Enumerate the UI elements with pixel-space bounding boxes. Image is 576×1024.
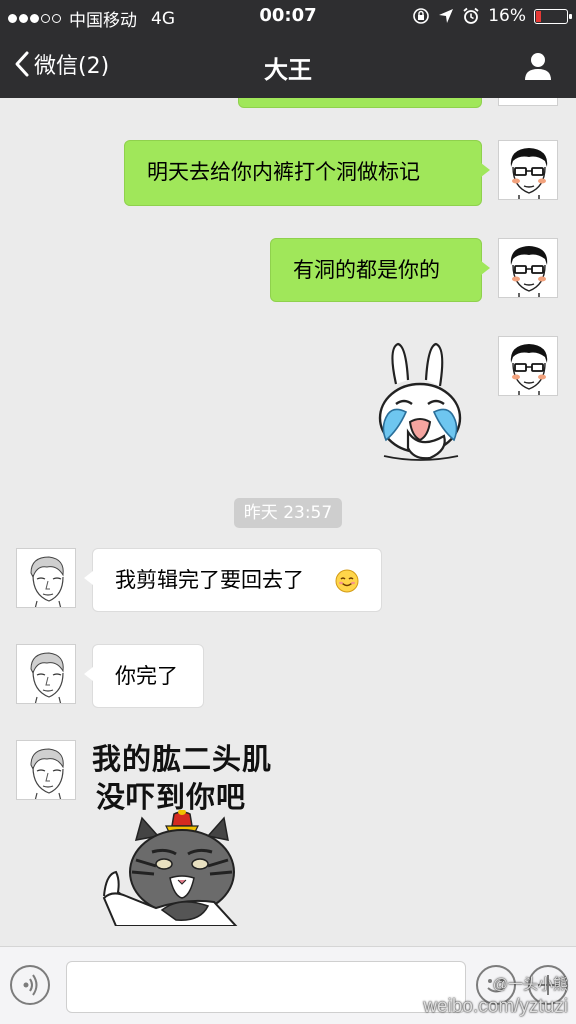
message-bubble[interactable]: 有洞的都是你的 bbox=[270, 238, 490, 302]
cat-illustration bbox=[102, 810, 238, 926]
message-text: 我剪辑完了要回去了 bbox=[115, 568, 304, 592]
watermark-line2: weibo.com/yztuzi bbox=[423, 996, 568, 1017]
message-bubble[interactable]: 明天去给你内裤打个洞做标记 bbox=[124, 140, 490, 206]
avatar-self[interactable] bbox=[498, 140, 558, 200]
person-icon[interactable] bbox=[522, 50, 554, 82]
battery-icon bbox=[534, 8, 572, 24]
message-bubble[interactable]: 我剪辑完了要回去了 bbox=[84, 548, 382, 612]
crying-bunny-sticker[interactable] bbox=[374, 340, 466, 462]
battery-percent: 16% bbox=[488, 6, 526, 26]
message-input[interactable] bbox=[66, 961, 466, 1013]
watermark: @一头小熊 weibo.com/yztuzi bbox=[423, 974, 568, 1018]
avatar-self[interactable] bbox=[498, 336, 558, 396]
voice-button[interactable] bbox=[10, 965, 50, 1005]
timestamp: 昨天 23:57 bbox=[234, 498, 342, 528]
voice-icon bbox=[23, 974, 38, 996]
nav-bar: 微信(2) 大王 bbox=[0, 36, 576, 96]
sticker-caption-line1: 我的肱二头肌 bbox=[92, 742, 273, 776]
smile-emoji bbox=[335, 569, 359, 593]
cat-sticker[interactable]: 我的肱二头肌 没吓到你吧 bbox=[92, 740, 272, 926]
avatar-self[interactable] bbox=[498, 238, 558, 298]
message-bubble[interactable]: 你完了 bbox=[84, 644, 204, 708]
status-bar: 中国移动 4G 00:07 16% bbox=[0, 0, 576, 32]
avatar-self bbox=[498, 98, 558, 106]
rotation-lock-icon bbox=[413, 8, 430, 24]
location-icon bbox=[439, 9, 454, 23]
avatar-contact[interactable] bbox=[16, 740, 76, 800]
top-bar: 中国移动 4G 00:07 16% 微信(2) 大王 bbox=[0, 0, 576, 98]
alarm-icon bbox=[463, 7, 479, 24]
avatar-contact[interactable] bbox=[16, 548, 76, 608]
watermark-line1: @一头小熊 bbox=[492, 976, 568, 993]
chat-title: 大王 bbox=[264, 56, 312, 84]
input-bar: @一头小熊 weibo.com/yztuzi bbox=[0, 946, 576, 1024]
previous-bubble-edge bbox=[238, 98, 482, 108]
avatar-contact[interactable] bbox=[16, 644, 76, 704]
